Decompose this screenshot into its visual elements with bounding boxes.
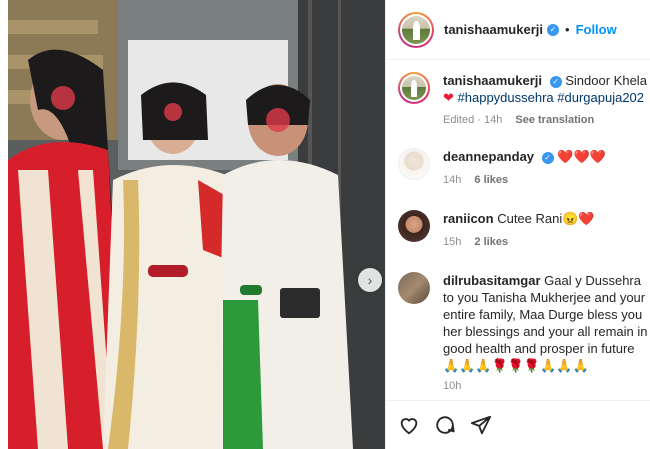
verified-badge-icon: ✓ — [549, 75, 562, 88]
comment-meta: 10h — [443, 380, 461, 392]
caption-meta: Edited · 14h See translation — [443, 114, 594, 126]
comment-time: 10h — [443, 380, 462, 392]
caption-avatar[interactable] — [398, 72, 430, 104]
author-avatar[interactable] — [398, 11, 434, 48]
comment-text: Cutee Rani😠❤️ — [497, 211, 595, 226]
caption-text: Sindoor Khela — [565, 73, 647, 88]
caption-username[interactable]: tanishaamukerji — [443, 73, 542, 88]
comment-body: dilrubasitamgar Gaal y Dussehra to you T… — [443, 272, 648, 374]
separator-dot: • — [565, 22, 570, 37]
post-actions-bar — [386, 400, 650, 449]
follow-button[interactable]: Follow — [576, 22, 617, 37]
comment-icon[interactable] — [434, 414, 456, 436]
heart-emoji: ❤ — [443, 90, 454, 105]
comment-time: 15h — [443, 236, 462, 248]
verified-badge-icon: ✓ — [547, 23, 559, 36]
post-photo[interactable]: › — [8, 0, 385, 449]
comment-meta: 14h 6 likes — [443, 174, 508, 186]
comment-emojis: 🙏🙏🙏🌹🌹🌹🙏🙏🙏 — [443, 358, 589, 373]
commenter-avatar[interactable] — [398, 210, 430, 242]
left-gutter — [0, 0, 8, 449]
share-icon[interactable] — [470, 414, 492, 436]
verified-badge-icon: ✓ — [541, 151, 554, 164]
see-translation-link[interactable]: See translation — [515, 114, 594, 126]
post-header: tanishaamukerji ✓ • Follow — [386, 0, 650, 60]
author-username[interactable]: tanishaamukerji — [444, 22, 543, 37]
caption-body: tanishaamukerji ✓ Sindoor Khela 😍 ❤ #hap… — [443, 72, 650, 106]
comment-body: deannepanday ✓ ❤️❤️❤️ — [443, 148, 650, 165]
post-side-panel: tanishaamukerji ✓ • Follow tanishaamuker… — [385, 0, 650, 449]
commenter-avatar[interactable] — [398, 148, 430, 180]
comment-username[interactable]: dilrubasitamgar — [443, 273, 541, 288]
comment-username[interactable]: deannepanday — [443, 149, 534, 164]
next-photo-button[interactable]: › — [358, 268, 382, 292]
comments-list: tanishaamukerji ✓ Sindoor Khela 😍 ❤ #hap… — [386, 60, 650, 400]
chevron-right-icon: › — [367, 272, 373, 288]
commenter-avatar[interactable] — [398, 272, 430, 304]
comment-text: ❤️❤️❤️ — [557, 149, 606, 164]
comment-body: raniicon Cutee Rani😠❤️ — [443, 210, 650, 227]
caption-hashtags[interactable]: #happydussehra #durgapuja202 — [458, 90, 645, 105]
comment-time: 14h — [443, 174, 462, 186]
comment-likes[interactable]: 6 likes — [474, 174, 508, 186]
heart-icon[interactable] — [398, 414, 420, 436]
caption-time: Edited · 14h — [443, 114, 503, 126]
comment-meta: 15h 2 likes — [443, 236, 508, 248]
comment-likes[interactable]: 2 likes — [474, 236, 508, 248]
comment-username[interactable]: raniicon — [443, 211, 494, 226]
